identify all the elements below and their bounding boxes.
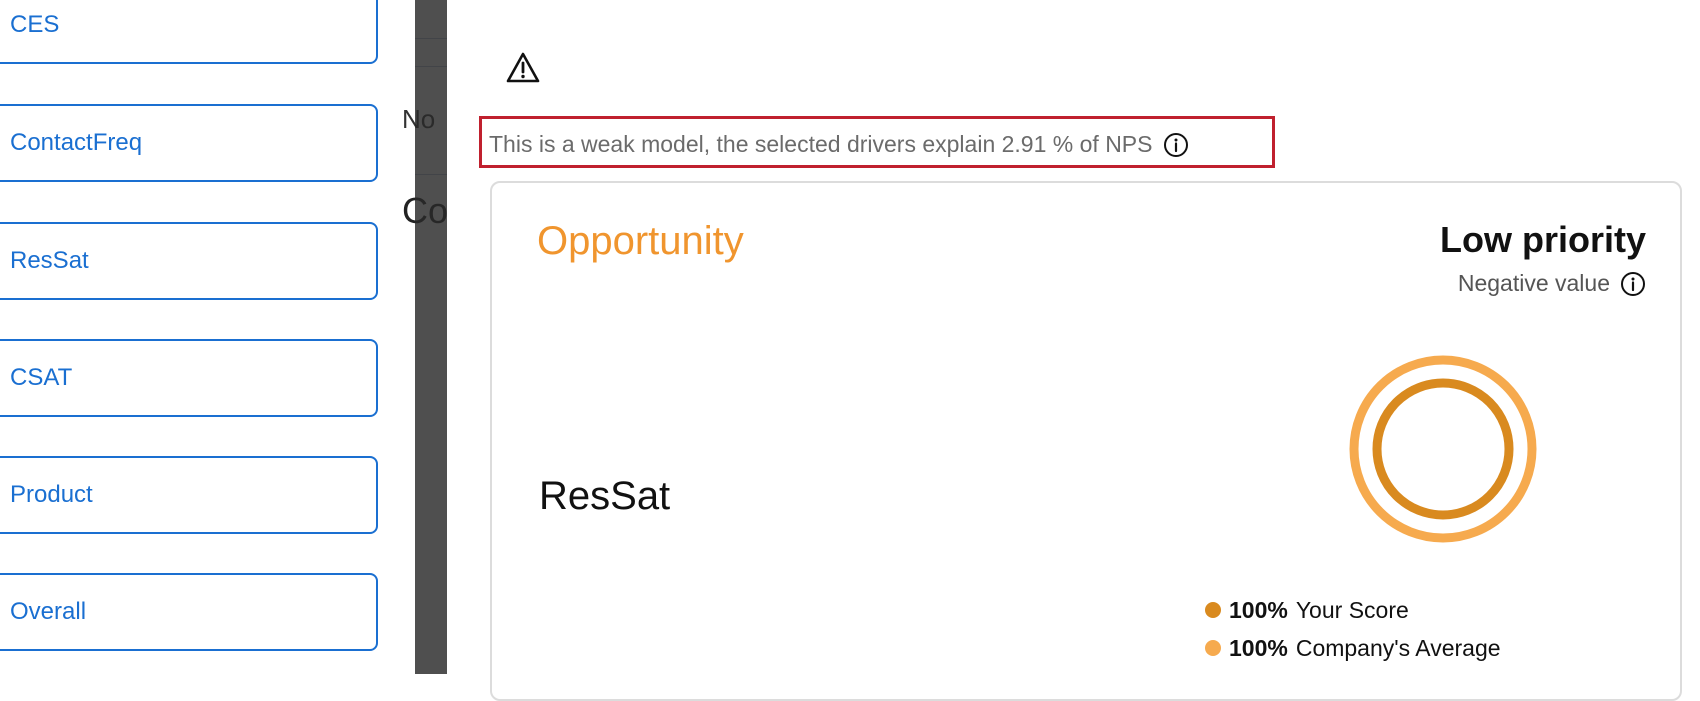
info-icon[interactable]	[1620, 271, 1646, 297]
value-note: Negative value	[1458, 270, 1646, 297]
driver-button-ces[interactable]: CES	[0, 0, 378, 64]
driver-button-product[interactable]: Product	[0, 456, 378, 534]
chart-legend: 100% Your Score 100% Company's Average	[1205, 591, 1501, 667]
modal-overlay	[415, 0, 447, 674]
driver-name: ResSat	[539, 474, 671, 518]
legend-dot	[1205, 602, 1221, 618]
score-rings-chart	[1348, 354, 1538, 544]
priority-label: Low priority	[1440, 219, 1646, 260]
driver-button-ressat[interactable]: ResSat	[0, 222, 378, 300]
weak-model-text: This is a weak model, the selected drive…	[489, 131, 1153, 157]
legend-item-your-score: 100% Your Score	[1205, 591, 1501, 629]
legend-label: Your Score	[1295, 596, 1409, 623]
legend-item-company-average: 100% Company's Average	[1205, 629, 1501, 667]
value-note-text: Negative value	[1457, 270, 1610, 296]
driver-button-csat[interactable]: CSAT	[0, 339, 378, 417]
legend-value: 100%	[1229, 634, 1288, 661]
legend-dot	[1205, 640, 1221, 656]
driver-button-contactfreq[interactable]: ContactFreq	[0, 104, 378, 182]
legend-value: 100%	[1229, 596, 1288, 623]
driver-button-overall[interactable]: Overall	[0, 573, 378, 651]
legend-label: Company's Average	[1295, 634, 1501, 661]
warning-icon	[505, 50, 541, 86]
card-title: Opportunity	[537, 219, 744, 263]
weak-model-warning: This is a weak model, the selected drive…	[489, 131, 1189, 158]
your-score-ring	[1372, 378, 1514, 520]
info-icon[interactable]	[1163, 132, 1189, 158]
driver-list-panel: CES ContactFreq ResSat CSAT Product Over…	[0, 0, 415, 674]
